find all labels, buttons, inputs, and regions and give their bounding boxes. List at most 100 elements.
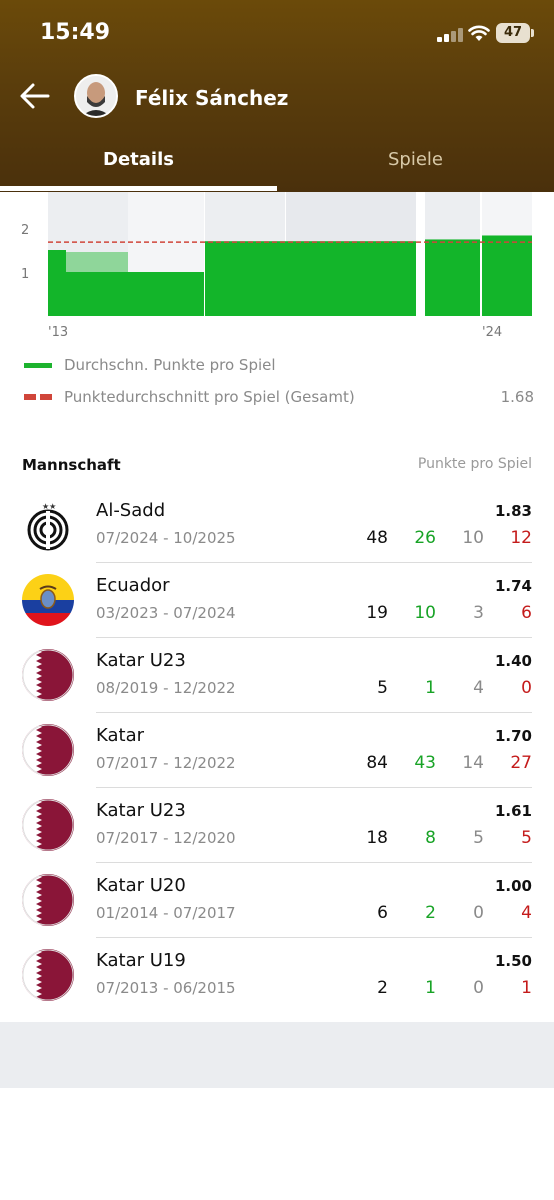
qatar-flag-icon [22, 949, 74, 1001]
team-list: ★★ Al-Sadd 07/2024 - 10/2025 1.83 48 26 … [0, 488, 554, 1013]
tab-details[interactable]: Details [0, 140, 277, 192]
team-name: Katar U19 [96, 950, 186, 971]
games-count: 18 [366, 828, 388, 848]
points-chart-svg: 2 1 '13 '24 [21, 192, 532, 340]
team-ppg: 1.40 [494, 652, 532, 670]
back-arrow-icon[interactable] [18, 80, 52, 112]
wins-count: 1 [425, 978, 436, 998]
footer-spacer [0, 1022, 554, 1088]
team-ppg: 1.50 [494, 952, 532, 970]
team-row-katar[interactable]: Katar 07/2017 - 12/2022 1.70 84 43 14 27 [0, 713, 554, 788]
legend-swatch-green [24, 363, 52, 368]
team-row-ecuador[interactable]: Ecuador 03/2023 - 07/2024 1.74 19 10 3 6 [0, 563, 554, 638]
team-ppg: 1.83 [494, 502, 532, 520]
draws-count: 10 [462, 528, 484, 548]
chart-bar-072017122022 [205, 241, 416, 316]
active-tab-indicator [0, 186, 277, 191]
team-ppg: 1.00 [494, 877, 532, 895]
chart-bar-072013062015 [48, 250, 66, 316]
battery-level: 47 [503, 25, 523, 40]
tab-spiele[interactable]: Spiele [277, 140, 554, 192]
team-period: 07/2013 - 06/2015 [96, 979, 236, 997]
chart-bar-012014072017 [66, 272, 204, 316]
games-count: 5 [377, 678, 388, 698]
draws-count: 3 [473, 603, 484, 623]
draws-count: 14 [462, 753, 484, 773]
team-row-katar-u23-2017[interactable]: Katar U23 07/2017 - 12/2020 1.61 18 8 5 … [0, 788, 554, 863]
chart-bar-072024102025 [482, 235, 532, 316]
wins-count: 10 [414, 603, 436, 623]
coach-photo-icon [76, 76, 116, 116]
battery-icon: 47 [496, 23, 530, 43]
cellular-signal-icon [437, 27, 463, 42]
losses-count: 5 [521, 828, 532, 848]
status-bar: 15:49 47 [0, 0, 554, 64]
legend-swatch-dashed-red [24, 394, 52, 400]
coach-name: Félix Sánchez [135, 86, 289, 110]
legend-label: Durchschn. Punkte pro Spiel [64, 356, 276, 374]
legend-item-avg-points: Durchschn. Punkte pro Spiel [22, 353, 534, 377]
y-tick-1: 1 [21, 267, 29, 282]
x-tick-start: '13 [48, 325, 68, 340]
qatar-flag-icon [22, 649, 74, 701]
wins-count: 43 [414, 753, 436, 773]
qatar-flag-icon [22, 799, 74, 851]
coach-avatar [74, 74, 118, 118]
games-count: 2 [377, 978, 388, 998]
losses-count: 27 [510, 753, 532, 773]
points-chart: 2 1 '13 '24 [0, 192, 554, 352]
games-count: 84 [366, 753, 388, 773]
section-title: Mannschaft [22, 456, 121, 474]
losses-count: 0 [521, 678, 532, 698]
draws-count: 0 [473, 903, 484, 923]
legend-label: Punktedurchschnitt pro Spiel (Gesamt) [64, 388, 355, 406]
team-period: 07/2017 - 12/2020 [96, 829, 236, 847]
games-count: 19 [366, 603, 388, 623]
games-count: 6 [377, 903, 388, 923]
team-name: Katar U23 [96, 650, 186, 671]
team-period: 07/2017 - 12/2022 [96, 754, 236, 772]
team-row-katar-u20[interactable]: Katar U20 01/2014 - 07/2017 1.00 6 2 0 4 [0, 863, 554, 938]
team-row-katar-u19[interactable]: Katar U19 07/2013 - 06/2015 1.50 2 1 0 1 [0, 938, 554, 1013]
battery-tip [531, 29, 534, 37]
losses-count: 12 [510, 528, 532, 548]
wins-count: 1 [425, 678, 436, 698]
team-period: 01/2014 - 07/2017 [96, 904, 236, 922]
losses-count: 4 [521, 903, 532, 923]
team-row-al-sadd[interactable]: ★★ Al-Sadd 07/2024 - 10/2025 1.83 48 26 … [0, 488, 554, 563]
team-ppg: 1.61 [494, 802, 532, 820]
draws-count: 5 [473, 828, 484, 848]
team-ppg: 1.74 [494, 577, 532, 595]
team-section-header: Mannschaft Punkte pro Spiel [22, 456, 532, 478]
team-row-katar-u23[interactable]: Katar U23 08/2019 - 12/2022 1.40 5 1 4 0 [0, 638, 554, 713]
app-header: 15:49 47 Félix Sánchez Details Spiele [0, 0, 554, 192]
legend-value: 1.68 [500, 388, 534, 406]
chart-bar-032023072024 [425, 239, 480, 316]
team-name: Katar [96, 725, 145, 746]
draws-count: 4 [473, 678, 484, 698]
team-name: Katar U20 [96, 875, 186, 896]
wins-count: 2 [425, 903, 436, 923]
team-ppg: 1.70 [494, 727, 532, 745]
team-period: 03/2023 - 07/2024 [96, 604, 236, 622]
team-period: 07/2024 - 10/2025 [96, 529, 236, 547]
games-count: 48 [366, 528, 388, 548]
team-name: Ecuador [96, 575, 170, 596]
qatar-flag-icon [22, 724, 74, 776]
x-tick-end: '24 [482, 325, 502, 340]
tab-bar: Details Spiele [0, 140, 554, 192]
al-sadd-logo-icon: ★★ [22, 499, 74, 551]
draws-count: 0 [473, 978, 484, 998]
team-name: Al-Sadd [96, 500, 166, 521]
wins-count: 26 [414, 528, 436, 548]
y-tick-2: 2 [21, 223, 29, 238]
losses-count: 6 [521, 603, 532, 623]
losses-count: 1 [521, 978, 532, 998]
qatar-flag-icon [22, 874, 74, 926]
team-name: Katar U23 [96, 800, 186, 821]
section-subtitle: Punkte pro Spiel [417, 456, 532, 472]
ecuador-flag-icon [22, 574, 74, 626]
team-period: 08/2019 - 12/2022 [96, 679, 236, 697]
status-time: 15:49 [40, 20, 111, 45]
legend-item-overall-avg: Punktedurchschnitt pro Spiel (Gesamt) 1.… [22, 385, 534, 409]
